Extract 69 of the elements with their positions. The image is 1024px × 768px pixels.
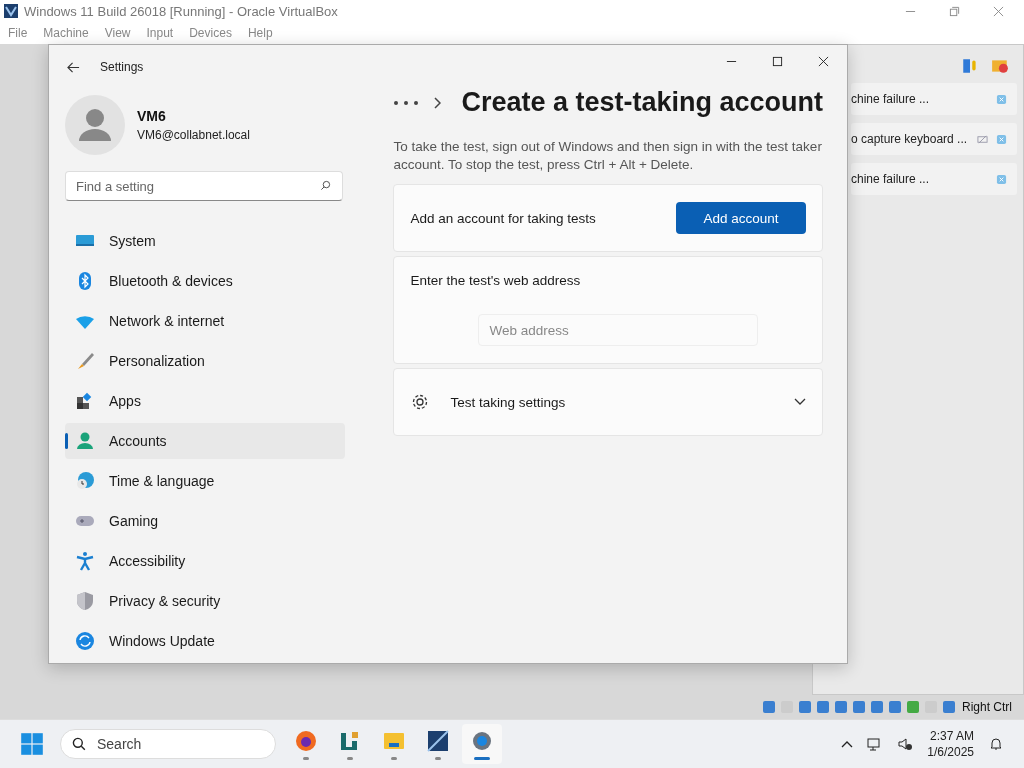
- nav-item[interactable]: Network & internet: [65, 303, 345, 339]
- nav-item[interactable]: Personalization: [65, 343, 345, 379]
- nav-item[interactable]: Gaming: [65, 503, 345, 539]
- nav-item[interactable]: Apps: [65, 383, 345, 419]
- description-text: To take the test, sign out of Windows and then sign in with the test taker account. To stop the test, press Ctrl + Alt + Delete.: [393, 138, 823, 174]
- virtualbox-logo-icon: [3, 3, 19, 19]
- status-icon[interactable]: [798, 700, 812, 714]
- speaker-muted-icon[interactable]: [897, 736, 914, 752]
- nav-item[interactable]: Windows Update: [65, 623, 345, 659]
- person-icon: [75, 431, 95, 451]
- status-icon[interactable]: [942, 700, 956, 714]
- chevron-down-icon[interactable]: [794, 398, 806, 406]
- more-icon[interactable]: [393, 99, 420, 106]
- status-icon[interactable]: [906, 700, 920, 714]
- menu-item[interactable]: View: [104, 26, 131, 40]
- menu-item[interactable]: Input: [146, 26, 174, 40]
- host-key-label: Right Ctrl: [962, 700, 1012, 714]
- nav-item[interactable]: Bluetooth & devices: [65, 263, 345, 299]
- page-title: Create a test-taking account: [461, 87, 823, 118]
- status-icon[interactable]: [870, 700, 884, 714]
- menu-item[interactable]: Help: [247, 26, 273, 40]
- web-address-field[interactable]: Web address: [478, 314, 759, 346]
- virtualbox-icon: [426, 728, 450, 753]
- nav-item[interactable]: Accessibility: [65, 543, 345, 579]
- folder-icon[interactable]: [991, 57, 1009, 75]
- user-name: VM6: [137, 108, 167, 124]
- chevron-up-icon[interactable]: [841, 740, 854, 748]
- search-icon: [320, 180, 331, 191]
- find-setting-field[interactable]: Find a setting: [65, 171, 343, 201]
- user-email: VM6@collabnet.local: [137, 128, 250, 142]
- nav-item[interactable]: System: [65, 223, 345, 259]
- browser-icon: [294, 728, 318, 753]
- taskbar-search-field[interactable]: Search: [60, 729, 276, 759]
- bell-icon[interactable]: [988, 736, 1004, 752]
- notification-text: chine failure ...: [851, 172, 931, 186]
- nav-item[interactable]: Time & language: [65, 463, 345, 499]
- globe-clock-icon: [75, 471, 95, 491]
- status-icon[interactable]: [888, 700, 902, 714]
- status-icon[interactable]: [762, 700, 776, 714]
- status-icon[interactable]: [816, 700, 830, 714]
- notification-text: o capture keyboard ...: [851, 132, 969, 146]
- avatar-icon: [65, 95, 125, 155]
- card-label: Add an account for taking tests: [410, 210, 596, 226]
- restore-icon[interactable]: [949, 5, 960, 17]
- shield-icon: [75, 591, 95, 611]
- start-icon[interactable]: [20, 732, 44, 756]
- notification-text: chine failure ...: [851, 92, 931, 106]
- update-icon: [75, 631, 95, 651]
- card-label: Test taking settings: [450, 394, 567, 410]
- app-title: Settings: [100, 60, 144, 74]
- card-label: Enter the test's web address: [410, 273, 582, 288]
- status-icon[interactable]: [834, 700, 848, 714]
- accessibility-icon: [75, 551, 95, 571]
- nav-item[interactable]: Accounts: [65, 423, 345, 459]
- nav-item[interactable]: Privacy & security: [65, 583, 345, 619]
- close-icon[interactable]: [818, 55, 829, 67]
- status-icon[interactable]: [852, 700, 866, 714]
- maximize-icon[interactable]: [772, 55, 783, 67]
- clock-time[interactable]: 2:37 AM: [929, 729, 974, 743]
- clock-date[interactable]: 1/6/2025: [927, 745, 974, 759]
- window-title: Windows 11 Build 26018 [Running] - Oracle VirtualBox: [24, 3, 339, 19]
- menu-item[interactable]: Devices: [189, 26, 232, 40]
- back-arrow-icon[interactable]: [67, 60, 80, 74]
- add-account-button[interactable]: Add account: [676, 202, 806, 234]
- menu-item[interactable]: Machine: [43, 26, 89, 40]
- chevron-right-icon: [433, 96, 442, 109]
- menu-item[interactable]: File: [8, 26, 28, 40]
- taskbar-app[interactable]: [462, 724, 502, 764]
- brush-icon: [75, 351, 95, 371]
